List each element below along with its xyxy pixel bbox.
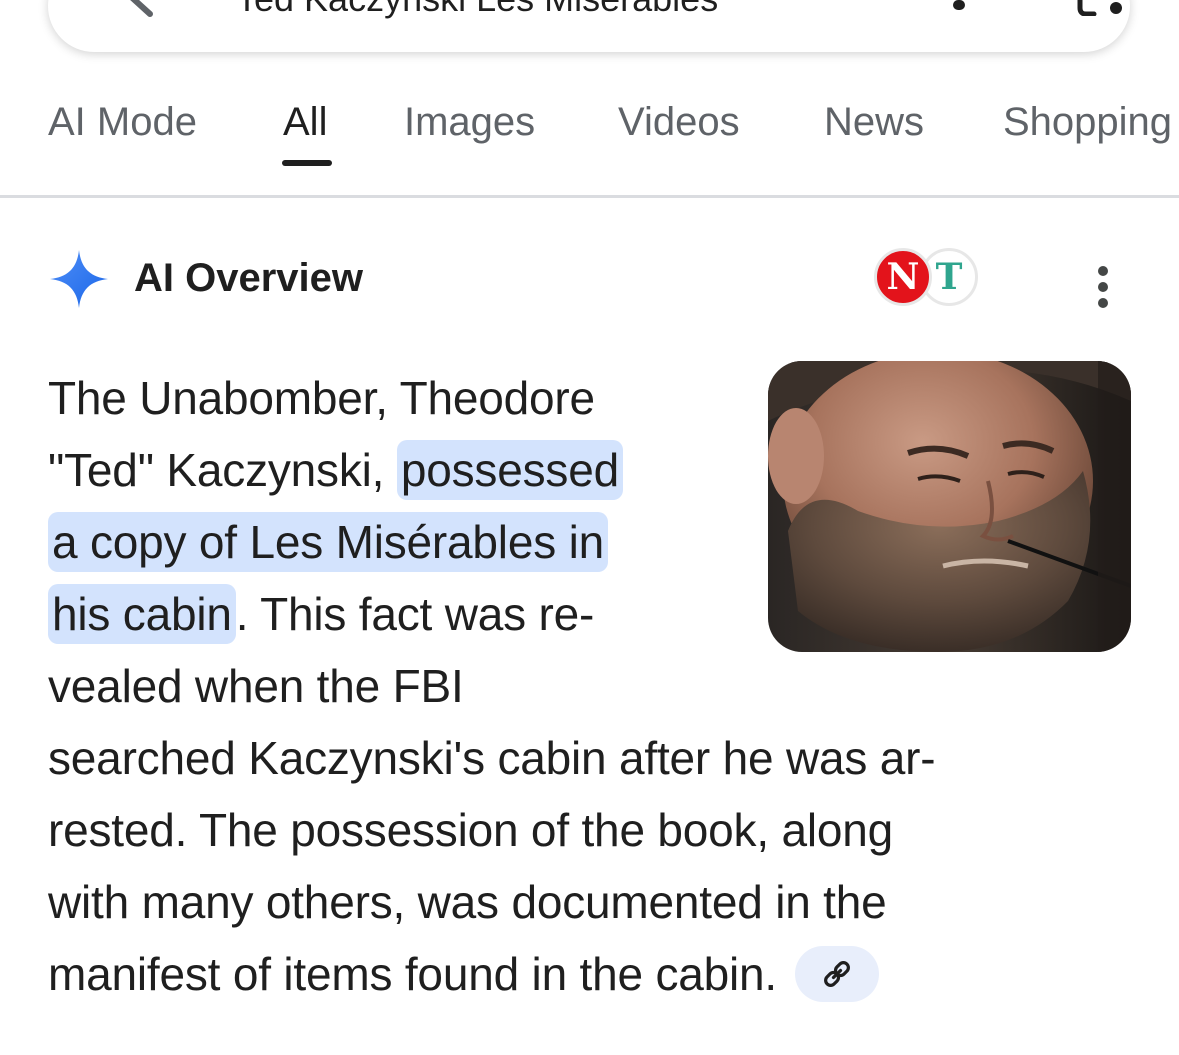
tab-shopping[interactable]: Shopping (1003, 100, 1172, 145)
tab-images[interactable]: Images (404, 100, 535, 145)
source-badges[interactable]: N T (874, 248, 984, 312)
back-arrow-icon[interactable] (120, 0, 190, 18)
answer-line: a copy of Les Misérables in (48, 506, 723, 578)
answer-line: with many others, was documented in the (48, 876, 887, 928)
answer-line: rested. The possession of the book, alon… (48, 804, 894, 856)
answer-text: "Ted" Kaczynski, (48, 444, 397, 496)
tabs-divider (0, 195, 1179, 198)
ai-overview-title: AI Overview (134, 256, 364, 300)
answer-text: . This fact was re- (235, 588, 595, 640)
answer-highlight: a copy of Les Misérables in (48, 512, 608, 572)
answer-line: The Unabomber, Theodore (48, 372, 595, 424)
answer-text: manifest of items found in the cabin. (48, 948, 778, 1000)
more-vert-icon[interactable] (1088, 260, 1118, 308)
tab-ai-mode[interactable]: AI Mode (48, 100, 197, 145)
answer-line: "Ted" Kaczynski, possessed (48, 434, 723, 506)
answer-line: vealed when the FBI (48, 660, 464, 712)
answer-highlight: possessed (396, 440, 623, 500)
lens-camera-icon[interactable] (1074, 0, 1130, 16)
answer-line: his cabin. This fact was re- (48, 578, 723, 650)
active-tab-indicator (282, 160, 332, 166)
tab-videos[interactable]: Videos (618, 100, 740, 145)
ai-overview-answer: The Unabomber, Theodore "Ted" Kaczynski,… (48, 362, 1123, 1010)
link-icon (824, 960, 850, 987)
search-tabs: AI Mode All Images Videos News Shopping (0, 72, 1179, 196)
ai-overview-header: AI Overview N T (48, 246, 1138, 316)
answer-highlight: his cabin (48, 584, 236, 644)
search-input[interactable]: Ted Kaczynski Les Misérables (236, 0, 718, 20)
search-bar[interactable]: Ted Kaczynski Les Misérables (48, 0, 1130, 52)
answer-line: manifest of items found in the cabin. (48, 938, 1123, 1010)
answer-line: searched Kaczynski's cabin after he was … (48, 732, 936, 784)
source-badge-n[interactable]: N (874, 248, 932, 306)
microphone-icon[interactable] (943, 0, 975, 14)
tab-all[interactable]: All (283, 100, 327, 145)
citation-link-button[interactable] (795, 945, 880, 1002)
ai-sparkle-icon (50, 250, 108, 308)
tab-news[interactable]: News (824, 100, 924, 145)
